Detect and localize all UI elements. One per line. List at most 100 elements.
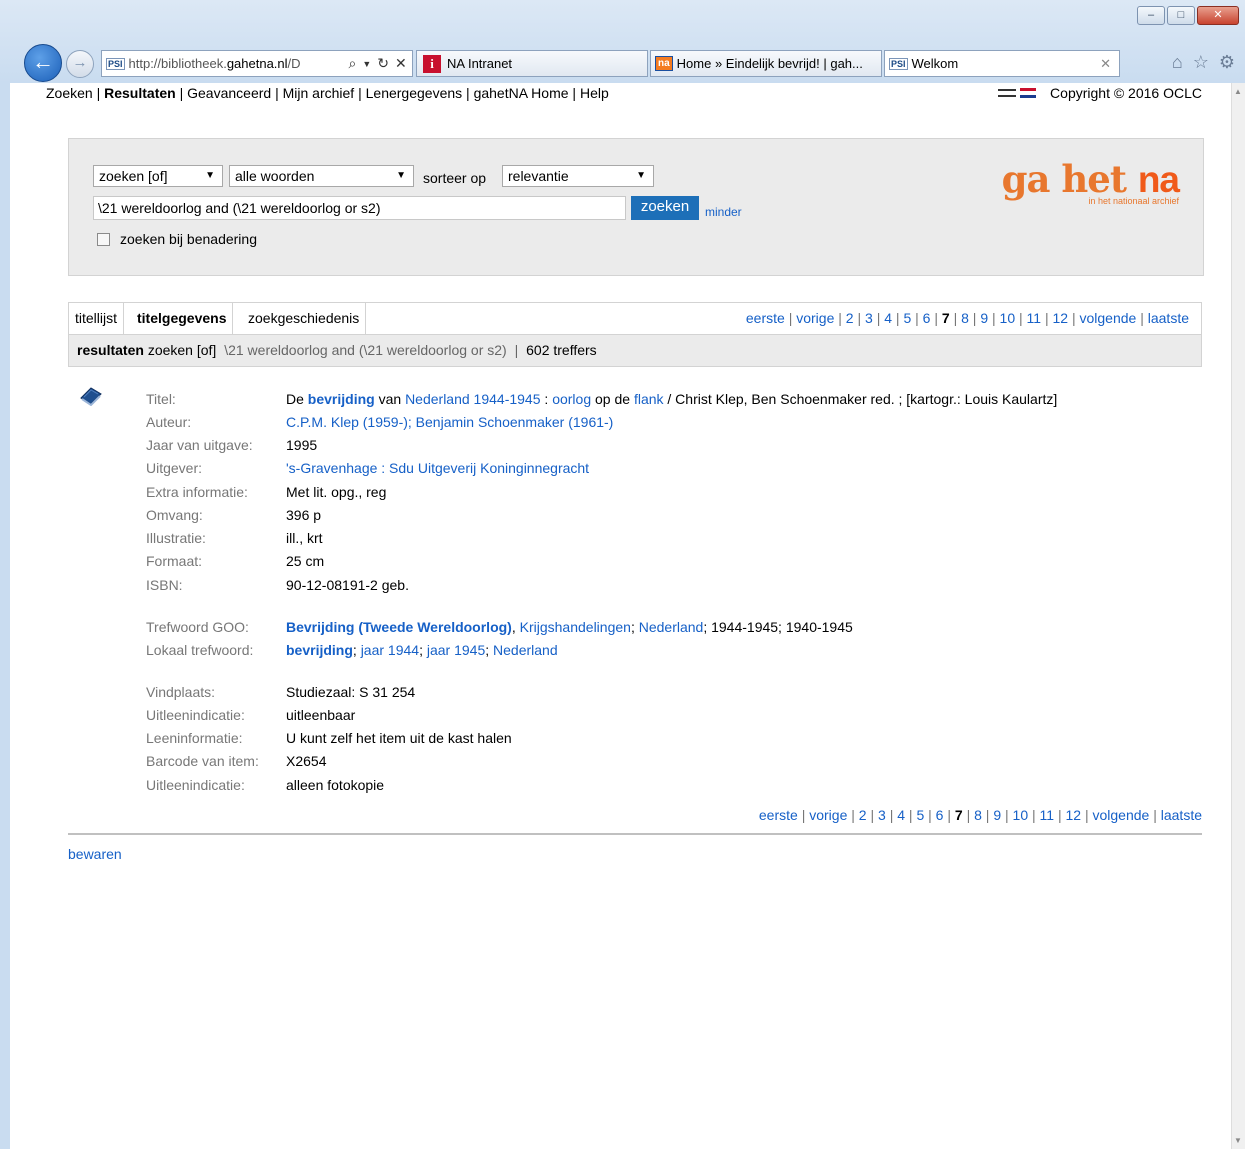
- gahetna-logo[interactable]: ga het na in het nationaal archief: [1001, 157, 1180, 206]
- record-illustratie: ill., krt: [286, 530, 323, 546]
- pager-page-6[interactable]: 6: [936, 807, 944, 823]
- pager-page-5[interactable]: 5: [916, 807, 924, 823]
- stop-icon[interactable]: ✕: [395, 55, 407, 72]
- pager-page-2[interactable]: 2: [846, 310, 854, 326]
- pager-page-8[interactable]: 8: [961, 310, 969, 326]
- refresh-icon[interactable]: ↻: [377, 55, 389, 72]
- address-bar[interactable]: PSI http://bibliotheek.gahetna.nl/D ⌕ ▼ …: [101, 50, 413, 77]
- link-jaar-1945[interactable]: jaar 1945: [427, 642, 485, 658]
- link-bevrijding[interactable]: bevrijding: [286, 642, 353, 658]
- tab-label: Welkom: [911, 56, 959, 71]
- record-jaar: 1995: [286, 437, 318, 453]
- text: ;: [630, 619, 639, 635]
- pager-page-10[interactable]: 10: [1013, 807, 1029, 823]
- pager-page-3[interactable]: 3: [878, 807, 886, 823]
- pager-page-2[interactable]: 2: [859, 807, 867, 823]
- link-oorlog[interactable]: oorlog: [552, 391, 591, 407]
- window-controls: – □ ✕: [1137, 6, 1239, 25]
- search-mode-select[interactable]: zoeken [of] ▼: [93, 165, 223, 187]
- pager-page-6[interactable]: 6: [923, 310, 931, 326]
- pager-next[interactable]: volgende: [1093, 807, 1150, 823]
- back-button[interactable]: ←: [24, 44, 62, 82]
- tab-home-eindelijk-bevrijd[interactable]: na Home » Eindelijk bevrijd! | gah...: [650, 50, 882, 77]
- link-bevrijding[interactable]: bevrijding: [308, 391, 375, 407]
- record-auteur[interactable]: C.P.M. Klep (1959-); Benjamin Schoenmake…: [286, 414, 613, 430]
- link-flank[interactable]: flank: [634, 391, 664, 407]
- minder-link[interactable]: minder: [705, 205, 742, 219]
- tab-zoekgeschiedenis[interactable]: zoekgeschiedenis: [242, 303, 367, 334]
- link-nederland-1944-1945[interactable]: Nederland 1944-1945: [405, 391, 540, 407]
- na-logo-icon: na: [655, 56, 673, 71]
- approx-checkbox[interactable]: [97, 232, 110, 246]
- pager-page-4[interactable]: 4: [897, 807, 905, 823]
- record-uitgever[interactable]: 's-Gravenhage : Sdu Uitgeverij Koninginn…: [286, 460, 589, 476]
- pager-page-4[interactable]: 4: [884, 310, 892, 326]
- language-nl-icon[interactable]: [998, 89, 1017, 97]
- tab-titellijst[interactable]: titellijst: [69, 303, 125, 334]
- link-bevrijding-tweede-wereldoorlog[interactable]: Bevrijding (Tweede Wereldoorlog): [286, 619, 512, 635]
- field-label: Trefwoord GOO:: [146, 619, 249, 635]
- nav-lenergegevens[interactable]: Lenergegevens: [366, 85, 463, 101]
- pager-page-11[interactable]: 11: [1027, 310, 1042, 326]
- pager-page-12[interactable]: 12: [1066, 807, 1082, 823]
- pager-page-3[interactable]: 3: [865, 310, 873, 326]
- field-label: Lokaal trefwoord:: [146, 642, 254, 658]
- pager-page-10[interactable]: 10: [1000, 310, 1016, 326]
- tab-titelgegevens[interactable]: titelgegevens: [131, 303, 234, 334]
- nav-mijn-archief[interactable]: Mijn archief: [283, 85, 355, 101]
- pager-page-5[interactable]: 5: [903, 310, 911, 326]
- scroll-down-icon[interactable]: ▼: [1234, 1136, 1242, 1145]
- pager-page-9[interactable]: 9: [980, 310, 988, 326]
- forward-button[interactable]: →: [66, 50, 94, 78]
- pager-page-11[interactable]: 11: [1040, 807, 1055, 823]
- maximize-button[interactable]: □: [1167, 6, 1195, 25]
- link-krijgshandelingen[interactable]: Krijgshandelingen: [520, 619, 631, 635]
- zoeken-button[interactable]: zoeken: [631, 196, 699, 220]
- minimize-button[interactable]: –: [1137, 6, 1165, 25]
- pager-next[interactable]: volgende: [1080, 310, 1137, 326]
- results-label: resultaten: [77, 342, 144, 358]
- home-icon[interactable]: ⌂: [1172, 52, 1183, 73]
- pager-page-12[interactable]: 12: [1053, 310, 1069, 326]
- words-select[interactable]: alle woorden ▼: [229, 165, 414, 187]
- text: ,: [511, 619, 520, 635]
- dropdown-icon[interactable]: ▼: [362, 59, 371, 69]
- tab-na-intranet[interactable]: i NA Intranet: [416, 50, 648, 77]
- psi-favicon-icon: PSI: [889, 57, 908, 70]
- logo-text: ga het: [1001, 157, 1138, 201]
- pager-page-8[interactable]: 8: [974, 807, 982, 823]
- nav-gahetna-home[interactable]: gahetNA Home: [474, 85, 569, 101]
- settings-gear-icon[interactable]: ⚙: [1219, 52, 1235, 73]
- close-window-button[interactable]: ✕: [1197, 6, 1239, 25]
- scroll-up-icon[interactable]: ▲: [1234, 87, 1242, 96]
- pager-current-page: 7: [941, 310, 950, 326]
- pager-first[interactable]: eerste: [746, 310, 785, 326]
- search-icon[interactable]: ⌕: [349, 55, 357, 72]
- nav-help[interactable]: Help: [580, 85, 609, 101]
- pager-last[interactable]: laatste: [1161, 807, 1202, 823]
- vertical-scrollbar[interactable]: ▲ ▼: [1231, 83, 1245, 1149]
- bewaren-link[interactable]: bewaren: [68, 846, 122, 862]
- field-label: Auteur:: [146, 414, 192, 430]
- favorites-star-icon[interactable]: ☆: [1193, 52, 1209, 73]
- link-jaar-1944[interactable]: jaar 1944: [361, 642, 419, 658]
- address-text[interactable]: http://bibliotheek.gahetna.nl/D: [129, 56, 343, 71]
- search-query-input[interactable]: \21 wereldoorlog and (\21 wereldoorlog o…: [93, 196, 626, 220]
- pager-prev[interactable]: vorige: [796, 310, 834, 326]
- pager-last[interactable]: laatste: [1148, 310, 1189, 326]
- sort-label: sorteer op: [423, 170, 487, 186]
- close-tab-icon[interactable]: ✕: [1100, 56, 1111, 72]
- link-nederland[interactable]: Nederland: [639, 619, 704, 635]
- top-right: Copyright © 2016 OCLC: [998, 85, 1202, 101]
- pager-prev[interactable]: vorige: [809, 807, 847, 823]
- nav-zoeken[interactable]: Zoeken: [46, 85, 93, 101]
- pager-first[interactable]: eerste: [759, 807, 798, 823]
- language-en-flag-icon[interactable]: [1020, 88, 1037, 98]
- tab-welkom[interactable]: PSI Welkom ✕: [884, 50, 1120, 77]
- nav-geavanceerd[interactable]: Geavanceerd: [187, 85, 271, 101]
- sort-select[interactable]: relevantie ▼: [502, 165, 654, 187]
- pager-page-9[interactable]: 9: [993, 807, 1001, 823]
- link-nederland[interactable]: Nederland: [493, 642, 558, 658]
- nav-resultaten[interactable]: Resultaten: [104, 85, 176, 101]
- field-label: Illustratie:: [146, 530, 206, 546]
